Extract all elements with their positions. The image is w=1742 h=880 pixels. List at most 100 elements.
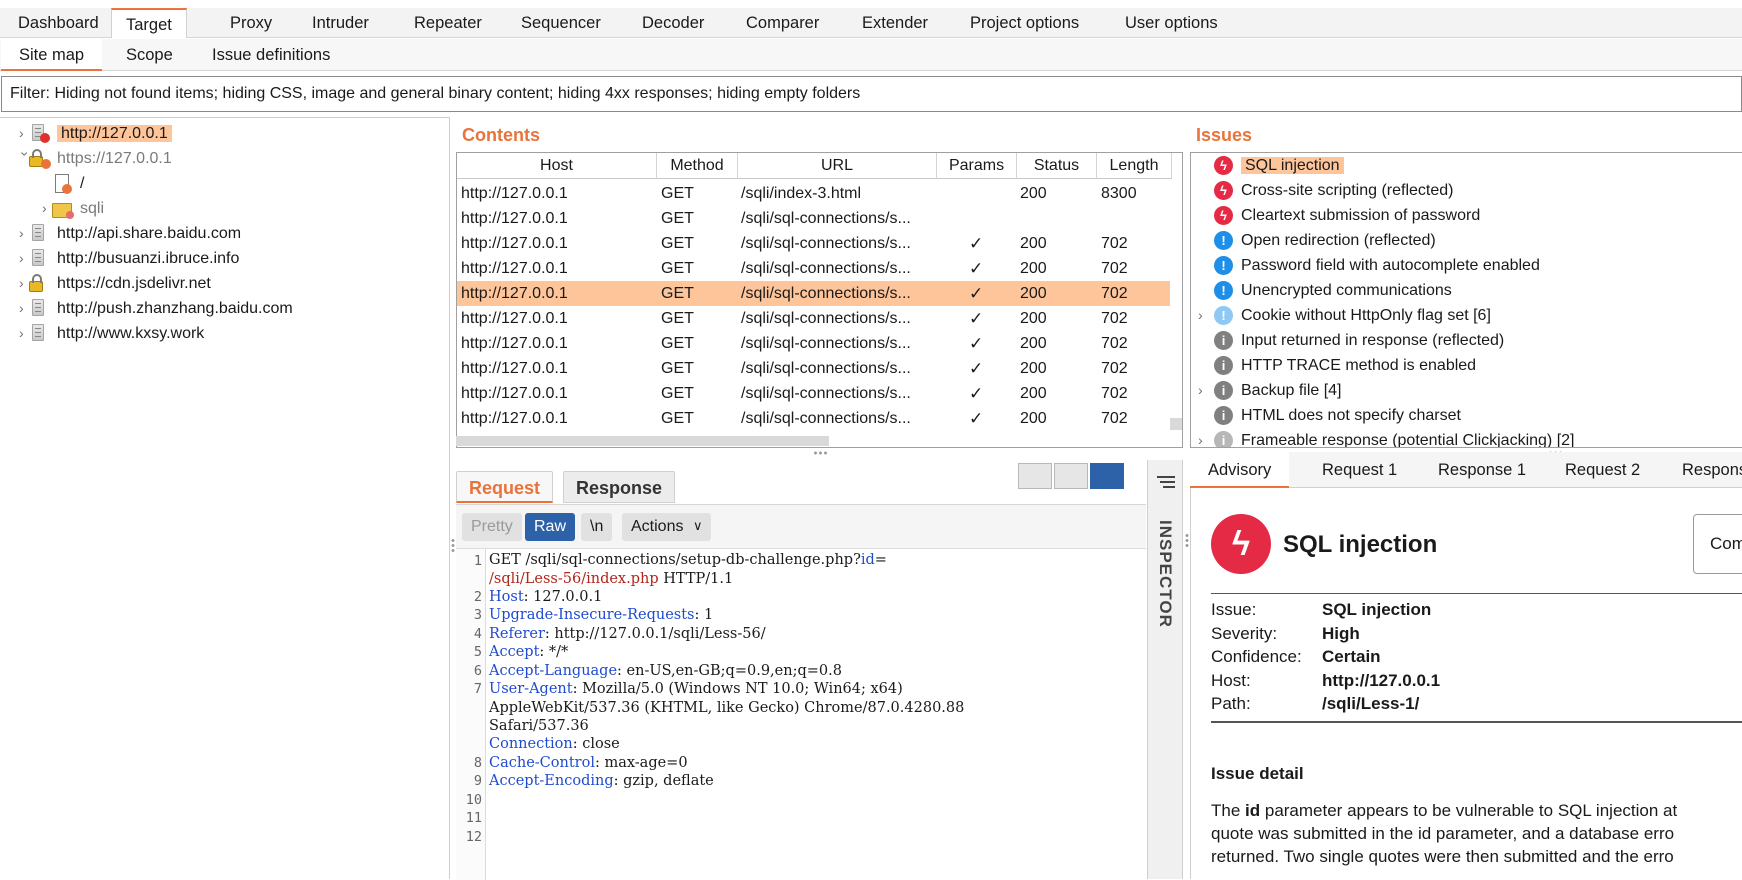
tab-proxy[interactable]: Proxy bbox=[216, 8, 286, 38]
table-row[interactable]: http://127.0.0.1 GET /sqli/sql-connectio… bbox=[457, 381, 1170, 406]
compare-button[interactable]: Com bbox=[1693, 514, 1742, 574]
tab-extender[interactable]: Extender bbox=[848, 8, 942, 38]
tree-node-root-path[interactable]: / bbox=[55, 171, 84, 196]
table-row[interactable]: http://127.0.0.1 GET /sqli/sql-connectio… bbox=[457, 231, 1170, 256]
cell-host: http://127.0.0.1 bbox=[461, 285, 568, 302]
tab-request[interactable]: Request bbox=[456, 471, 554, 503]
cell-host: http://127.0.0.1 bbox=[461, 385, 568, 402]
issue-item[interactable]: ϟ Cleartext submission of password bbox=[1214, 203, 1480, 228]
tab-project-options[interactable]: Project options bbox=[956, 8, 1093, 38]
tab-advisory[interactable]: Advisory bbox=[1190, 452, 1290, 488]
tab-decoder[interactable]: Decoder bbox=[628, 8, 718, 38]
issue-item[interactable]: i HTML does not specify charset bbox=[1214, 403, 1461, 428]
issue-item-selected[interactable]: ϟ SQL injection bbox=[1214, 153, 1344, 178]
tab-scope[interactable]: Scope bbox=[108, 39, 191, 71]
tab-dashboard[interactable]: Dashboard bbox=[4, 8, 113, 38]
tree-node-sqli[interactable]: › sqli bbox=[42, 196, 104, 221]
inspector-sidebar[interactable]: INSPECTOR bbox=[1147, 460, 1183, 879]
table-row[interactable]: http://127.0.0.1 GET /sqli/sql-connectio… bbox=[457, 356, 1170, 381]
inspector-menu-icon[interactable] bbox=[1157, 476, 1175, 490]
chevron-down-icon: ∨ bbox=[692, 518, 703, 533]
tab-user-options[interactable]: User options bbox=[1111, 8, 1232, 38]
tree-node-127-https[interactable]: › https://127.0.0.1 bbox=[18, 146, 172, 171]
vertical-scrollbar[interactable] bbox=[1170, 418, 1182, 430]
splitter-handle-icon[interactable] bbox=[813, 451, 829, 455]
column-header-length[interactable]: Length bbox=[1097, 153, 1172, 179]
table-row-selected[interactable]: http://127.0.0.1 GET /sqli/sql-connectio… bbox=[457, 281, 1170, 306]
split-vertical-view-icon[interactable] bbox=[1054, 463, 1088, 489]
newline-toggle-button[interactable]: \n bbox=[581, 513, 613, 541]
field-host-key: Host: bbox=[1211, 671, 1251, 690]
splitter-handle-icon[interactable] bbox=[1185, 533, 1189, 549]
tree-node-kxsy[interactable]: › http://www.kxsy.work bbox=[19, 321, 204, 346]
cell-params: ✓ bbox=[969, 409, 984, 428]
column-header-params[interactable]: Params bbox=[937, 153, 1017, 179]
tree-node-127-http[interactable]: › http://127.0.0.1 bbox=[19, 121, 172, 146]
info-icon: i bbox=[1214, 356, 1233, 375]
tree-node-cdn-jsdelivr[interactable]: › https://cdn.jsdelivr.net bbox=[19, 271, 211, 296]
single-view-icon[interactable] bbox=[1090, 463, 1124, 489]
tree-node-push-zhanzhang[interactable]: › http://push.zhanzhang.baidu.com bbox=[19, 296, 293, 321]
table-row[interactable]: http://127.0.0.1 GET /sqli/sql-connectio… bbox=[457, 206, 1170, 231]
tab-response-1[interactable]: Response 1 bbox=[1420, 452, 1544, 488]
folder-icon bbox=[52, 199, 74, 219]
field-severity-value: High bbox=[1322, 624, 1360, 643]
column-header-method[interactable]: Method bbox=[657, 153, 738, 179]
tab-intruder[interactable]: Intruder bbox=[298, 8, 383, 38]
tree-node-label: https://cdn.jsdelivr.net bbox=[57, 275, 211, 292]
column-header-host[interactable]: Host bbox=[457, 153, 657, 179]
tab-repeater[interactable]: Repeater bbox=[400, 8, 496, 38]
column-header-status[interactable]: Status bbox=[1017, 153, 1097, 179]
raw-button[interactable]: Raw bbox=[525, 513, 576, 541]
tab-response-2[interactable]: Response bbox=[1664, 452, 1742, 488]
issue-detail-text: The id parameter appears to be vulnerabl… bbox=[1211, 801, 1678, 820]
issue-item[interactable]: ϟ Cross-site scripting (reflected) bbox=[1214, 178, 1454, 203]
pretty-button[interactable]: Pretty bbox=[462, 513, 522, 541]
split-horizontal-view-icon[interactable] bbox=[1018, 463, 1052, 489]
line-number: 1 bbox=[473, 553, 482, 569]
line-number-gutter: 1 2 3 4 5 6 7 8 9 10 11 12 bbox=[456, 549, 486, 880]
horizontal-scrollbar[interactable] bbox=[456, 436, 829, 446]
request-editor[interactable]: 1 2 3 4 5 6 7 8 9 10 11 12 GET /sqli/sql… bbox=[456, 548, 1146, 880]
chevron-right-icon[interactable]: › bbox=[1198, 428, 1203, 447]
issue-item[interactable]: i HTTP TRACE method is enabled bbox=[1214, 353, 1476, 378]
issue-item[interactable]: ! Unencrypted communications bbox=[1214, 278, 1452, 303]
chevron-right-icon[interactable]: › bbox=[1198, 378, 1203, 403]
tab-target[interactable]: Target bbox=[111, 8, 187, 38]
issue-item[interactable]: i Input returned in response (reflected) bbox=[1214, 328, 1504, 353]
tab-site-map[interactable]: Site map bbox=[1, 39, 103, 71]
column-header-url[interactable]: URL bbox=[738, 153, 937, 179]
tab-sequencer[interactable]: Sequencer bbox=[507, 8, 615, 38]
chevron-right-icon[interactable]: › bbox=[1198, 303, 1203, 328]
issue-item[interactable]: › ! Cookie without HttpOnly flag set [6] bbox=[1198, 303, 1491, 328]
tab-issue-definitions[interactable]: Issue definitions bbox=[194, 39, 348, 71]
table-row[interactable]: http://127.0.0.1 GET /sqli/index-3.html … bbox=[457, 181, 1170, 206]
cell-host: http://127.0.0.1 bbox=[461, 210, 568, 227]
advisory-body: ϟ SQL injection Com Issue: SQL injection… bbox=[1190, 488, 1742, 879]
actions-dropdown[interactable]: Actions ∨ bbox=[622, 513, 712, 541]
tab-comparer[interactable]: Comparer bbox=[732, 8, 833, 38]
target-sub-tab-bar: Site map Scope Issue definitions bbox=[0, 39, 1742, 71]
filter-bar[interactable]: Filter: Hiding not found items; hiding C… bbox=[1, 76, 1742, 112]
tab-response[interactable]: Response bbox=[563, 471, 676, 503]
issue-item[interactable]: ! Password field with autocomplete enabl… bbox=[1214, 253, 1540, 278]
tab-request-2[interactable]: Request 2 bbox=[1547, 452, 1658, 488]
main-tab-bar: Dashboard Target Proxy Intruder Repeater… bbox=[0, 8, 1742, 38]
cell-params: ✓ bbox=[969, 234, 984, 253]
table-row[interactable]: http://127.0.0.1 GET /sqli/sql-connectio… bbox=[457, 256, 1170, 281]
cell-host: http://127.0.0.1 bbox=[461, 335, 568, 352]
tab-request-1[interactable]: Request 1 bbox=[1304, 452, 1415, 488]
issue-item[interactable]: › i Frameable response (potential Clickj… bbox=[1198, 428, 1574, 447]
table-row[interactable]: http://127.0.0.1 GET /sqli/sql-connectio… bbox=[457, 306, 1170, 331]
info-icon: i bbox=[1214, 406, 1233, 425]
tree-node-api-share-baidu[interactable]: › http://api.share.baidu.com bbox=[19, 221, 241, 246]
issue-item[interactable]: ! Open redirection (reflected) bbox=[1214, 228, 1436, 253]
advisory-tabs: Advisory Request 1 Response 1 Request 2 … bbox=[1190, 452, 1742, 488]
splitter-handle-icon[interactable] bbox=[451, 538, 455, 554]
cell-host: http://127.0.0.1 bbox=[461, 310, 568, 327]
tree-node-busuanzi[interactable]: › http://busuanzi.ibruce.info bbox=[19, 246, 239, 271]
table-row[interactable]: http://127.0.0.1 GET /sqli/sql-connectio… bbox=[457, 406, 1170, 431]
issue-item[interactable]: › i Backup file [4] bbox=[1198, 378, 1342, 403]
table-row[interactable]: http://127.0.0.1 GET /sqli/sql-connectio… bbox=[457, 331, 1170, 356]
cell-params: ✓ bbox=[969, 384, 984, 403]
